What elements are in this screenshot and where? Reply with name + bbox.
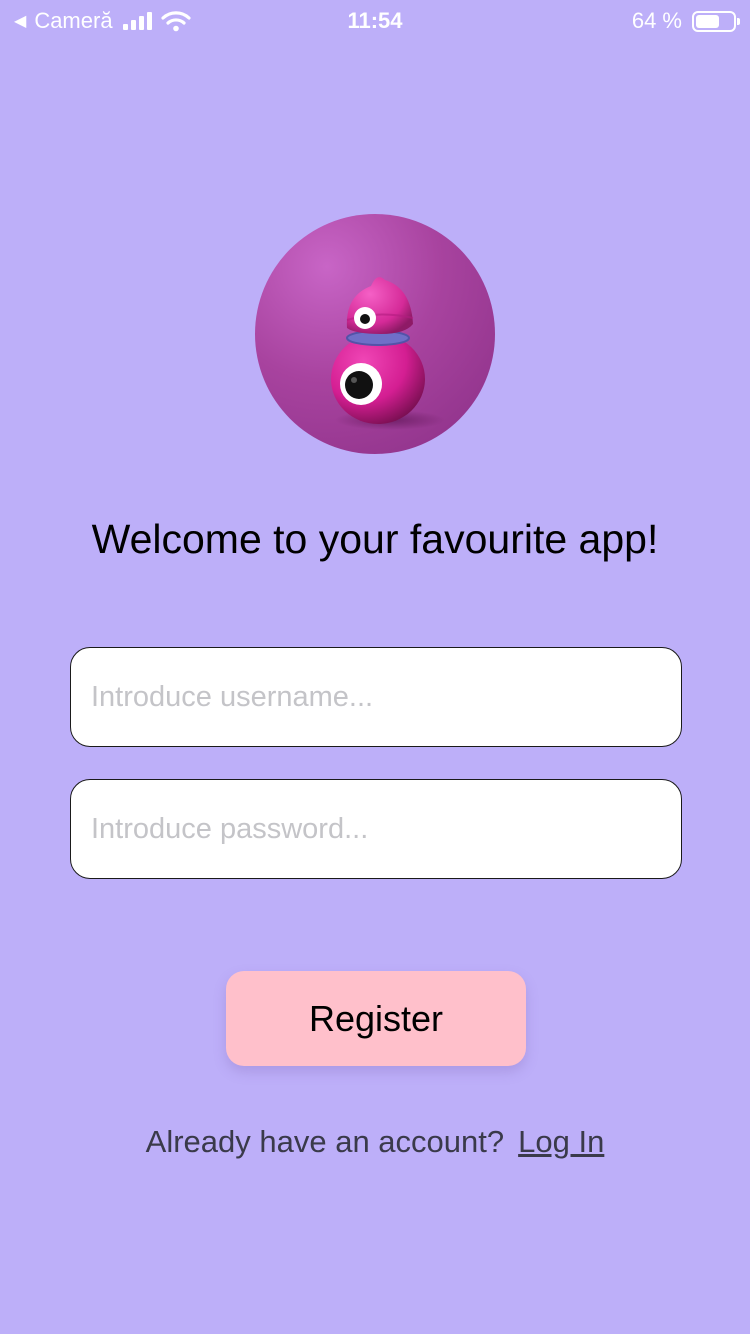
register-screen: ◀ Cameră 11:54 64 % Welcome to your favo…: [0, 0, 750, 1334]
status-bar: ◀ Cameră 11:54 64 %: [0, 0, 750, 40]
battery-percent: 64 %: [631, 8, 682, 33]
login-prompt: Already have an account? Log In: [0, 1124, 750, 1160]
battery-level: [696, 14, 720, 28]
password-input[interactable]: [70, 779, 682, 879]
register-button[interactable]: Register: [226, 971, 526, 1066]
username-input[interactable]: [70, 647, 682, 747]
status-bar-right: 64 %: [631, 8, 740, 34]
page-title: Welcome to your favourite app!: [91, 516, 659, 562]
login-link[interactable]: Log In: [518, 1124, 604, 1160]
avatar: [255, 214, 495, 454]
battery-icon: [692, 10, 740, 32]
login-prompt-text: Already have an account?: [145, 1124, 505, 1159]
pink-robot-mascot-image: [331, 277, 445, 430]
